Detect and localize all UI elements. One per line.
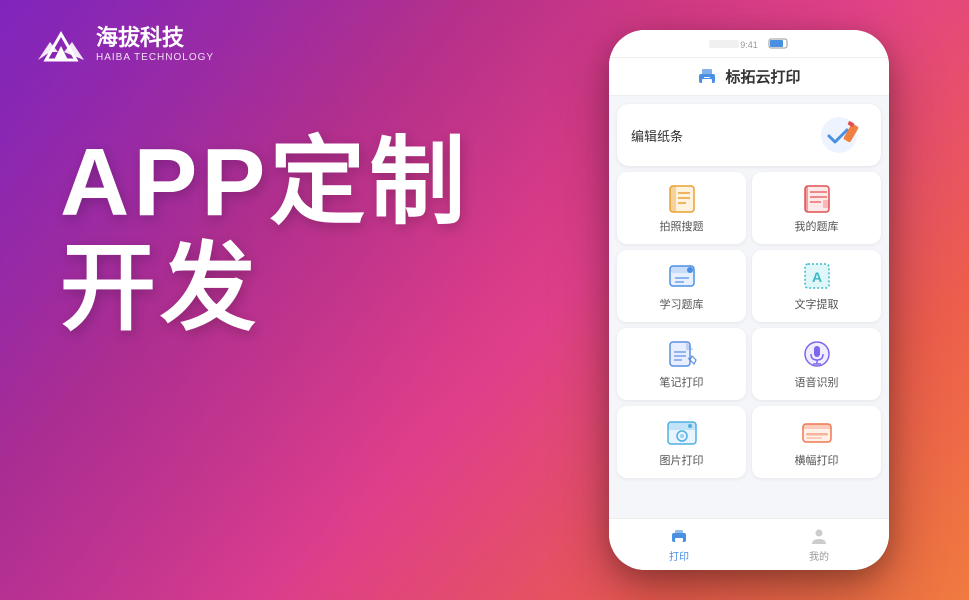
phone-mockup: 9:41 标拓云打印 编辑纸条 <box>609 30 889 570</box>
menu-label-biji: 笔记打印 <box>660 374 704 390</box>
logo-en: HAIBA TECHNOLOGY <box>96 52 214 63</box>
voice-icon <box>801 338 833 370</box>
phone-content: 编辑纸条 <box>609 96 889 518</box>
nav-mine[interactable]: 我的 <box>749 519 889 570</box>
menu-item-tupian[interactable]: 图片打印 <box>617 406 746 478</box>
photo-icon <box>666 416 698 448</box>
logo-icon <box>36 24 86 64</box>
svg-text:A: A <box>811 269 821 285</box>
menu-item-wenzi[interactable]: A 文字提取 <box>752 250 881 322</box>
banner-illustration <box>811 114 867 156</box>
banner-text: 编辑纸条 <box>631 126 683 145</box>
menu-item-hengfu[interactable]: 横幅打印 <box>752 406 881 478</box>
headline-line1: APP定制 <box>60 130 469 236</box>
headline-line2: 开发 <box>60 236 469 342</box>
phone-app-header: 标拓云打印 <box>609 58 889 96</box>
text-icon: A <box>801 260 833 292</box>
mine-nav-icon <box>809 526 829 546</box>
note-icon <box>666 338 698 370</box>
menu-item-yuyin[interactable]: 语音识别 <box>752 328 881 400</box>
landscape-icon <box>801 416 833 448</box>
logo-text: 海拔科技 HAIBA TECHNOLOGY <box>96 25 214 62</box>
nav-print[interactable]: 打印 <box>609 519 749 570</box>
menu-item-mytiku[interactable]: 我的题库 <box>752 172 881 244</box>
notebook-icon <box>801 182 833 214</box>
status-icons: 9:41 <box>709 37 789 51</box>
menu-item-paizhao[interactable]: 拍照搜题 <box>617 172 746 244</box>
book-icon <box>666 182 698 214</box>
phone-status-bar: 9:41 <box>609 30 889 58</box>
headline: APP定制 开发 <box>60 130 469 341</box>
menu-item-xuexi[interactable]: 学习题库 <box>617 250 746 322</box>
menu-label-yuyin: 语音识别 <box>795 374 839 390</box>
printer-icon <box>697 69 717 85</box>
nav-mine-label: 我的 <box>809 548 829 563</box>
study-icon <box>666 260 698 292</box>
menu-label-wenzi: 文字提取 <box>795 296 839 312</box>
logo-area: 海拔科技 HAIBA TECHNOLOGY <box>36 24 214 64</box>
menu-label-paizhao: 拍照搜题 <box>660 218 704 234</box>
phone-inner: 9:41 标拓云打印 编辑纸条 <box>609 30 889 570</box>
menu-grid: 拍照搜题 我的题库 <box>617 172 881 478</box>
phone-header-title: 标拓云打印 <box>725 66 800 87</box>
menu-label-xuexi: 学习题库 <box>660 296 704 312</box>
menu-label-tupian: 图片打印 <box>660 452 704 468</box>
menu-label-mytiku: 我的题库 <box>795 218 839 234</box>
menu-item-biji[interactable]: 笔记打印 <box>617 328 746 400</box>
print-nav-icon <box>669 526 689 546</box>
svg-text:9:41: 9:41 <box>740 40 758 50</box>
phone-bottom-nav: 打印 我的 <box>609 518 889 570</box>
banner-card: 编辑纸条 <box>617 104 881 166</box>
nav-print-label: 打印 <box>669 548 689 563</box>
menu-label-hengfu: 横幅打印 <box>795 452 839 468</box>
logo-cn: 海拔科技 <box>96 25 214 51</box>
